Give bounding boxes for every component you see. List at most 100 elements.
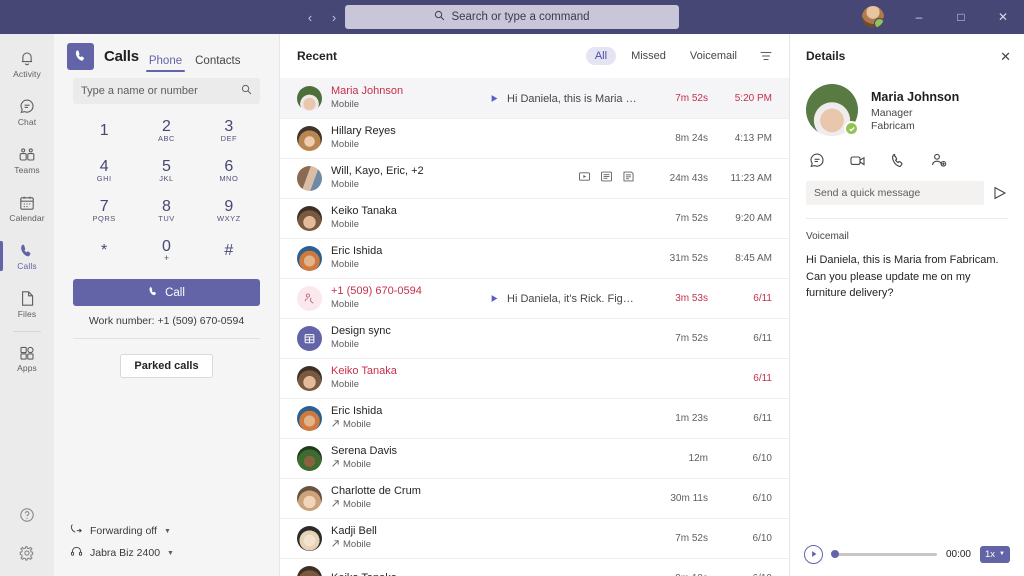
audio-call-icon[interactable] — [890, 152, 907, 169]
search-icon — [434, 10, 445, 24]
sidebar-item-apps[interactable]: Apps — [0, 334, 54, 382]
call-button[interactable]: Call — [73, 279, 260, 306]
call-duration: 7m 52s — [675, 333, 708, 344]
chat-icon — [19, 97, 36, 116]
dial-key-4[interactable]: 4 GHI — [73, 152, 135, 190]
dial-key-letters: JKL — [159, 174, 174, 184]
table-row[interactable]: Will, Kayo, Eric, +2 Mobile 24m 43s 11:23 A… — [280, 158, 789, 198]
dial-key-3[interactable]: 3 DEF — [198, 112, 260, 150]
filter-icon[interactable] — [759, 49, 773, 63]
avatar — [297, 526, 322, 551]
recording-icon[interactable] — [578, 170, 591, 188]
tab-phone[interactable]: Phone — [145, 55, 186, 78]
sidebar-item-teams[interactable]: Teams — [0, 136, 54, 184]
person-org: Fabricam — [871, 120, 915, 132]
back-button[interactable]: ‹ — [300, 7, 320, 27]
presence-indicator — [844, 121, 859, 136]
minimize-button[interactable]: – — [898, 0, 940, 34]
table-row[interactable]: Design sync Mobile 7m 52s 6/11 — [280, 318, 789, 358]
avatar — [297, 126, 322, 151]
dial-key-5[interactable]: 5 JKL — [135, 152, 197, 190]
chat-icon[interactable] — [809, 152, 826, 169]
table-row[interactable]: Kadji Bell Mobile 7m 52s 6/10 — [280, 518, 789, 558]
bell-icon — [19, 49, 35, 68]
call-time: 8:45 AM — [735, 253, 772, 264]
playback-speed-select[interactable]: 1x ▼ — [980, 545, 1010, 563]
search-input[interactable]: Search or type a command — [345, 5, 679, 29]
call-time: 6/10 — [752, 453, 772, 464]
sidebar-item-calendar[interactable]: Calendar — [0, 184, 54, 232]
dial-key-8[interactable]: 8 TUV — [135, 192, 197, 230]
sidebar-item-label: Calendar — [9, 213, 45, 223]
quick-message-input[interactable]: Send a quick message — [806, 181, 984, 205]
sidebar-item-label: Teams — [14, 165, 40, 175]
table-row[interactable]: Eric Ishida Mobile 31m 52s 8:45 AM — [280, 238, 789, 278]
dial-key-0[interactable]: 0 + — [135, 232, 197, 270]
forwarding-icon — [70, 523, 83, 539]
dial-key-1[interactable]: 1 — [73, 112, 135, 150]
send-icon[interactable] — [992, 185, 1008, 201]
call-type: Mobile — [331, 499, 481, 512]
dial-search-input[interactable]: Type a name or number — [73, 78, 260, 104]
caller-info: Eric Ishida Mobile — [331, 245, 481, 271]
add-people-icon[interactable] — [930, 152, 948, 169]
maximize-button[interactable]: □ — [940, 0, 982, 34]
table-row[interactable]: Eric Ishida Mobile 1m 23s 6/11 — [280, 398, 789, 438]
table-row[interactable]: Maria Johnson Mobile Hi Daniela, this is M… — [280, 78, 789, 118]
close-icon[interactable]: ✕ — [1000, 50, 1011, 63]
voicemail-play-icon[interactable] — [490, 294, 499, 303]
dial-key-hash[interactable]: # — [198, 232, 260, 270]
voicemail-play-icon[interactable] — [490, 94, 499, 103]
filter-missed[interactable]: Missed — [622, 47, 675, 65]
gear-icon[interactable] — [0, 534, 54, 572]
table-row[interactable]: Keiko Tanaka Mobile 6/11 — [280, 358, 789, 398]
table-row[interactable]: Charlotte de Crum Mobile 30m 11s 6/10 — [280, 478, 789, 518]
call-time: 11:23 AM — [730, 173, 772, 184]
recent-calls-list[interactable]: Maria Johnson Mobile Hi Daniela, this is M… — [280, 78, 789, 576]
parked-calls-button[interactable]: Parked calls — [120, 354, 213, 378]
dial-key-2[interactable]: 2 ABC — [135, 112, 197, 150]
filter-voicemail[interactable]: Voicemail — [681, 47, 746, 65]
voicemail-label: Voicemail — [806, 231, 849, 242]
details-title: Details — [806, 49, 846, 63]
sidebar-item-calls[interactable]: Calls — [0, 232, 54, 280]
dial-key-9[interactable]: 9 WXYZ — [198, 192, 260, 230]
filter-all[interactable]: All — [585, 47, 617, 65]
tab-contacts[interactable]: Contacts — [195, 55, 240, 78]
audio-device-setting[interactable]: Jabra Biz 2400 ▼ — [70, 542, 263, 564]
dial-key-6[interactable]: 6 MNO — [198, 152, 260, 190]
table-row[interactable]: Serena Davis Mobile 12m 6/10 — [280, 438, 789, 478]
table-row[interactable]: Hillary Reyes Mobile 8m 24s 4:13 PM — [280, 118, 789, 158]
video-call-icon[interactable] — [849, 152, 867, 169]
call-duration: 24m 43s — [669, 173, 708, 184]
caller-name: Will, Kayo, Eric, +2 — [331, 165, 424, 178]
playback-speed-label: 1x — [985, 548, 996, 560]
teams-icon — [18, 145, 36, 164]
sidebar-item-chat[interactable]: Chat — [0, 88, 54, 136]
page-title: Calls — [104, 47, 139, 65]
close-button[interactable]: ✕ — [982, 0, 1024, 34]
quick-message-placeholder: Send a quick message — [814, 187, 921, 199]
sidebar-item-files[interactable]: Files — [0, 280, 54, 328]
table-row[interactable]: +1 (509) 670-0594 Mobile Hi Daniela, it's … — [280, 278, 789, 318]
scrubber-thumb[interactable] — [831, 550, 839, 558]
dial-key-7[interactable]: 7 PQRS — [73, 192, 135, 230]
play-icon[interactable] — [804, 544, 823, 564]
outgoing-call-icon — [331, 459, 340, 472]
notes-icon[interactable] — [622, 170, 635, 188]
table-row[interactable]: Keiko Tanaka9m 10s6/10 — [280, 558, 789, 576]
forward-button[interactable]: › — [324, 7, 344, 27]
table-row[interactable]: Keiko Tanaka Mobile 7m 52s 9:20 AM — [280, 198, 789, 238]
playback-scrubber[interactable] — [831, 550, 937, 558]
sidebar-item-label: Apps — [17, 363, 37, 373]
chevron-down-icon: ▼ — [999, 551, 1005, 557]
help-icon[interactable] — [0, 496, 54, 534]
transcript-icon[interactable] — [600, 170, 613, 188]
dial-key-letters: MNO — [219, 174, 239, 184]
avatar[interactable] — [862, 6, 884, 28]
caller-info: +1 (509) 670-0594 Mobile — [331, 285, 481, 311]
sidebar-item-activity[interactable]: Activity — [0, 40, 54, 88]
call-button-label: Call — [165, 286, 185, 299]
dial-key-star[interactable]: * — [73, 232, 135, 270]
call-forwarding-setting[interactable]: Forwarding off ▼ — [70, 520, 263, 542]
